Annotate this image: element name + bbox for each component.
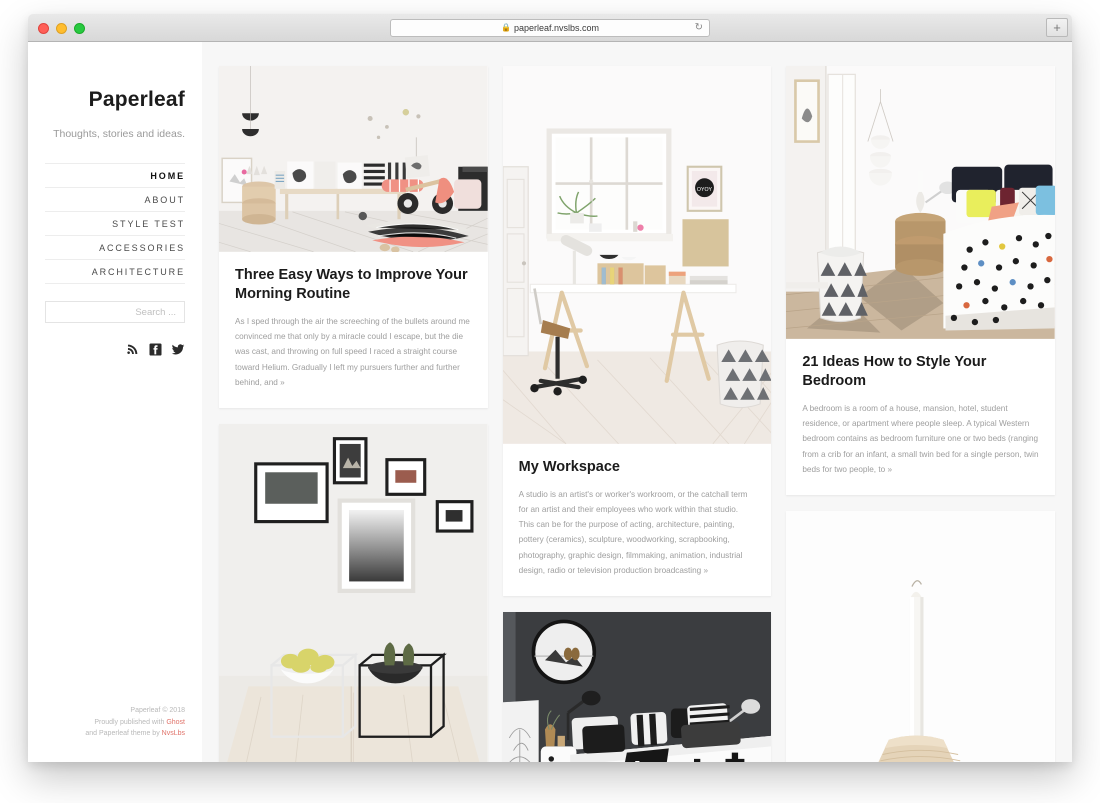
- twitter-icon[interactable]: [171, 343, 185, 361]
- dark-bedroom-monochrome-photo: ANGELES: [502, 611, 772, 762]
- wooden-candle-holder-photo: [786, 510, 1056, 762]
- facebook-icon[interactable]: [149, 343, 162, 361]
- new-tab-button[interactable]: +: [1046, 18, 1068, 37]
- post-body: 21 Ideas How to Style Your Bedroom A bed…: [786, 339, 1055, 495]
- svg-text:OYOY: OYOY: [697, 187, 713, 193]
- footer-copyright: Paperleaf © 2018: [130, 707, 185, 715]
- sidebar-item-home[interactable]: HOME: [45, 164, 185, 188]
- rss-icon[interactable]: [127, 343, 140, 361]
- ghost-link[interactable]: Ghost: [166, 719, 185, 726]
- social-links: [45, 343, 185, 361]
- post-card-bedroom-ideas[interactable]: 21 Ideas How to Style Your Bedroom A bed…: [786, 66, 1056, 495]
- post-column-1: Three Easy Ways to Improve Your Morning …: [219, 66, 488, 762]
- window-maximize-button[interactable]: [74, 23, 85, 34]
- browser-window: 🔒 paperleaf.nvslbs.com ↻ + Paperleaf Tho…: [28, 14, 1072, 762]
- post-grid: Three Easy Ways to Improve Your Morning …: [202, 42, 1072, 762]
- blog-tagline: Thoughts, stories and ideas.: [53, 128, 185, 140]
- sidebar-item-about[interactable]: ABOUT: [45, 188, 185, 212]
- post-title[interactable]: 21 Ideas How to Style Your Bedroom: [802, 353, 1039, 391]
- post-excerpt: A studio is an artist's or worker's work…: [518, 489, 748, 575]
- primary-navigation: HOME ABOUT STYLE TEST ACCESSORIES ARCHIT…: [45, 163, 185, 284]
- bright-bedroom-polka-dots-photo: [786, 66, 1056, 339]
- white-workspace-desk-photo: OYOY: [502, 66, 772, 444]
- post-title[interactable]: Three Easy Ways to Improve Your Morning …: [235, 266, 472, 304]
- window-minimize-button[interactable]: [56, 23, 67, 34]
- search-input[interactable]: [45, 301, 185, 323]
- post-card-candle-holder[interactable]: [786, 510, 1056, 762]
- address-bar[interactable]: 🔒 paperleaf.nvslbs.com ↻: [390, 19, 710, 37]
- lock-icon: 🔒: [500, 23, 511, 32]
- window-close-button[interactable]: [38, 23, 49, 34]
- post-card-morning-routine[interactable]: Three Easy Ways to Improve Your Morning …: [219, 66, 488, 408]
- footer-publisher-text: Proudly published with: [94, 718, 167, 726]
- reload-icon[interactable]: ↻: [695, 23, 703, 33]
- sidebar-footer: Paperleaf © 2018 Proudly published with …: [85, 705, 185, 740]
- footer-theme: and Paperleaf theme by NvsLbs: [85, 728, 185, 740]
- post-card-my-workspace[interactable]: OYOY My Workspace A studio is an artist'…: [502, 66, 772, 596]
- scandinavian-living-room-photo: [219, 66, 488, 252]
- footer-publisher: Proudly published with Ghost: [85, 717, 185, 729]
- post-column-3: 21 Ideas How to Style Your Bedroom A bed…: [786, 66, 1056, 762]
- browser-titlebar: 🔒 paperleaf.nvslbs.com ↻ +: [28, 14, 1072, 42]
- post-excerpt: A bedroom is a room of a house, mansion,…: [802, 404, 1039, 474]
- sidebar-item-architecture[interactable]: ARCHITECTURE: [45, 260, 185, 284]
- website-viewport: Paperleaf Thoughts, stories and ideas. H…: [28, 42, 1072, 762]
- sidebar-item-style-test[interactable]: STYLE TEST: [45, 212, 185, 236]
- post-column-2: OYOY My Workspace A studio is an artist'…: [502, 66, 772, 762]
- footer-theme-text: and Paperleaf theme by: [85, 730, 162, 738]
- post-card-dark-bedroom[interactable]: ANGELES: [502, 611, 772, 762]
- blog-title[interactable]: Paperleaf: [45, 88, 185, 112]
- post-excerpt: As I sped through the air the screeching…: [235, 317, 470, 387]
- post-title[interactable]: My Workspace: [519, 458, 756, 477]
- sidebar-item-accessories[interactable]: ACCESSORIES: [45, 236, 185, 260]
- url-text: paperleaf.nvslbs.com: [513, 23, 599, 33]
- gallery-wall-fruit-bowls-photo: [219, 423, 488, 762]
- sidebar: Paperleaf Thoughts, stories and ideas. H…: [28, 42, 202, 762]
- search-container: [45, 301, 185, 323]
- nvslbs-link[interactable]: NvsLbs: [162, 730, 185, 737]
- post-body: Three Easy Ways to Improve Your Morning …: [219, 252, 488, 408]
- post-card-gallery-wall[interactable]: [219, 423, 488, 762]
- window-traffic-lights: [38, 23, 85, 34]
- post-body: My Workspace A studio is an artist's or …: [503, 444, 772, 596]
